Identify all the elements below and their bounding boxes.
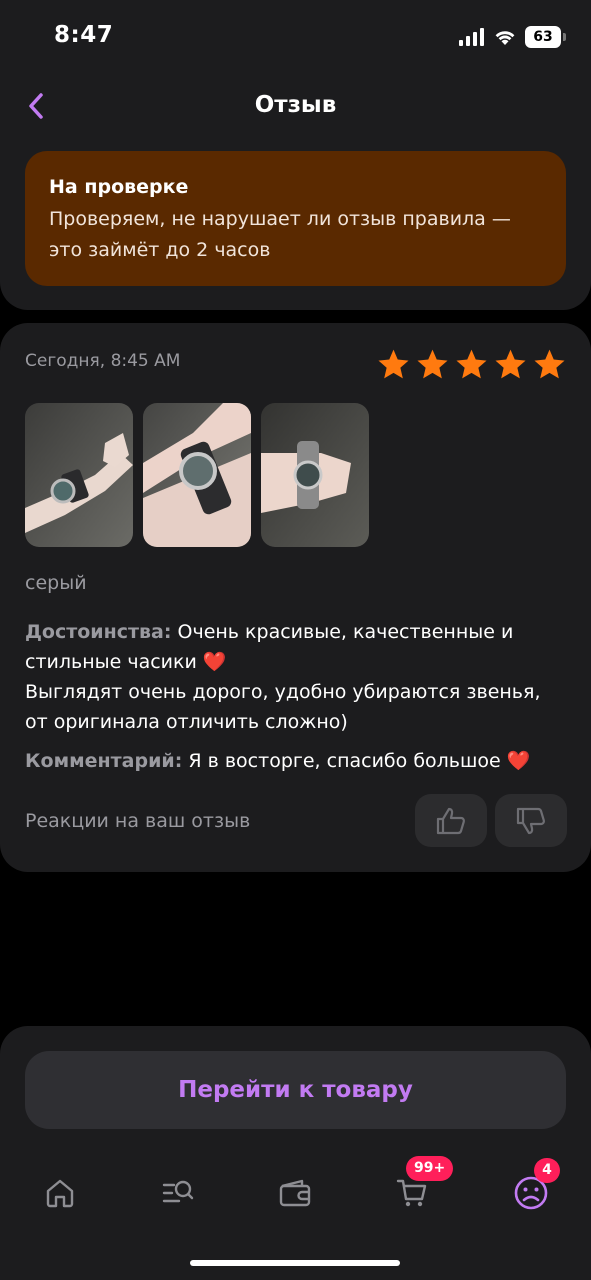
review-photos <box>25 403 369 547</box>
tab-wallet[interactable] <box>270 1168 320 1218</box>
star-icon <box>378 349 409 379</box>
status-time: 8:47 <box>54 22 114 48</box>
star-icon <box>456 349 487 379</box>
tab-cart[interactable]: 99+ <box>388 1156 454 1218</box>
review-pros: Достоинства: Очень красивые, качественны… <box>25 617 570 737</box>
cart-badge: 99+ <box>406 1156 454 1181</box>
pros-text: стильные часики <box>25 651 197 673</box>
reactions-label: Реакции на ваш отзыв <box>25 810 251 832</box>
star-icon <box>534 349 565 379</box>
home-icon <box>46 1179 74 1208</box>
heart-emoji: ❤️ <box>202 651 227 673</box>
bottom-panel: Перейти к товару 99+ 4 <box>0 1026 591 1280</box>
cart-icon <box>396 1179 427 1207</box>
banner-text: Проверяем, не нарушает ли отзыв правила … <box>49 204 542 266</box>
pros-label: Достоинства: <box>25 621 172 643</box>
page-header: Отзыв <box>0 76 591 136</box>
banner-text-line: Проверяем, не нарушает ли отзыв правила … <box>49 208 511 230</box>
thumbs-up-icon <box>436 807 466 834</box>
banner-title: На проверке <box>49 176 189 198</box>
comment-label: Комментарий: <box>25 750 183 772</box>
tab-bar: 99+ 4 <box>0 1156 591 1228</box>
thumbs-down-icon <box>516 807 546 834</box>
signal-icon <box>459 28 484 46</box>
review-card: Сегодня, 8:45 AM серый Достоинства: Очен… <box>0 323 591 872</box>
review-date: Сегодня, 8:45 AM <box>25 351 181 371</box>
wallet-icon <box>279 1179 311 1207</box>
comment-text: Я в восторге, спасибо большое <box>188 750 501 772</box>
battery-indicator: 63 <box>525 26 566 48</box>
wifi-icon <box>495 31 515 45</box>
tab-profile[interactable]: 4 <box>506 1158 560 1218</box>
page-title: Отзыв <box>254 92 337 118</box>
pros-text: Очень красивые, качественные и <box>177 621 514 643</box>
heart-emoji: ❤️ <box>506 750 531 772</box>
star-icon <box>417 349 448 379</box>
goto-product-button[interactable]: Перейти к товару <box>25 1051 566 1129</box>
product-variant: серый <box>25 572 87 594</box>
status-icons: 63 <box>459 26 566 48</box>
moderation-banner: На проверке Проверяем, не нарушает ли от… <box>25 151 566 286</box>
review-photo[interactable] <box>143 403 251 547</box>
rating-stars <box>376 347 567 382</box>
pros-text: Выглядят очень дорого, удобно убираются … <box>25 681 541 703</box>
pros-text: от оригинала отличить сложно) <box>25 711 348 733</box>
tab-home[interactable] <box>35 1168 85 1218</box>
review-photo[interactable] <box>25 403 133 547</box>
review-comment: Комментарий: Я в восторге, спасибо больш… <box>25 746 570 776</box>
home-indicator <box>190 1260 400 1266</box>
like-button[interactable] <box>415 794 487 847</box>
tab-catalog[interactable] <box>153 1168 203 1218</box>
profile-badge: 4 <box>534 1158 560 1183</box>
banner-text-line: это займёт до 2 часов <box>49 239 271 261</box>
review-photo[interactable] <box>261 403 369 547</box>
dislike-button[interactable] <box>495 794 567 847</box>
catalog-search-icon <box>162 1180 194 1203</box>
status-bar: 8:47 63 <box>0 0 591 76</box>
star-icon <box>495 349 526 379</box>
